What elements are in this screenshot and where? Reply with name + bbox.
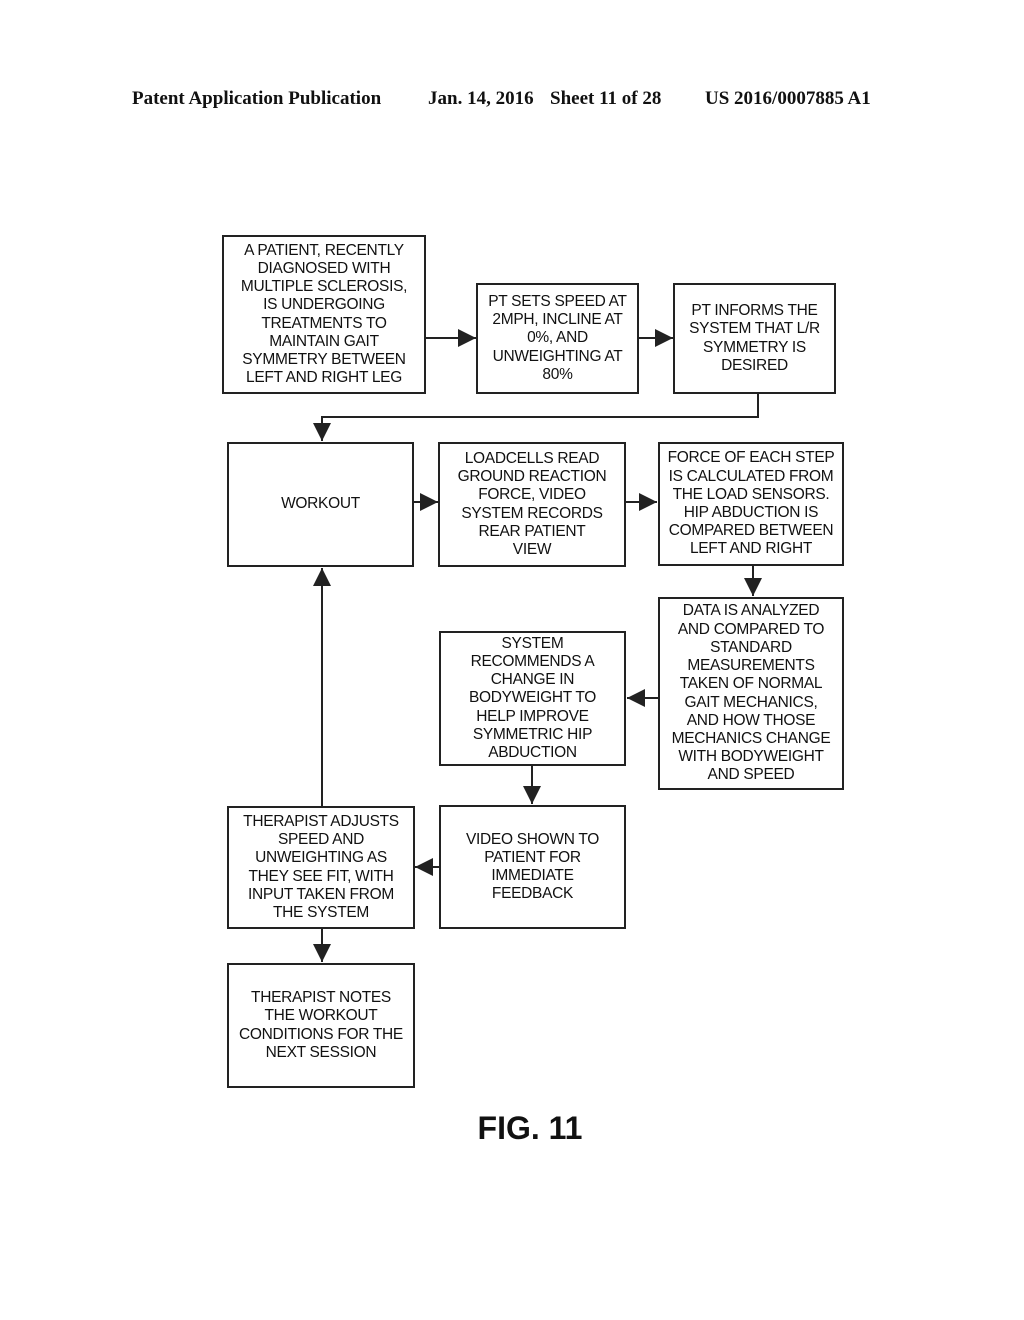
step-force-calculated: FORCE OF EACH STEP IS CALCULATED FROM TH… (658, 442, 844, 566)
step-workout: WORKOUT (227, 442, 414, 567)
arrow-pt-informs-to-workout (313, 394, 759, 441)
step-video-shown: VIDEO SHOWN TO PATIENT FOR IMMEDIATE FEE… (439, 805, 626, 929)
step-system-recommends: SYSTEM RECOMMENDS A CHANGE IN BODYWEIGHT… (439, 631, 626, 766)
step-therapist-adjusts: THERAPIST ADJUSTS SPEED AND UNWEIGHTING … (227, 806, 415, 929)
step-loadcells-read: LOADCELLS READ GROUND REACTION FORCE, VI… (438, 442, 626, 567)
step-pt-sets-parameters: PT SETS SPEED AT 2MPH, INCLINE AT 0%, AN… (476, 283, 639, 394)
step-data-analyzed: DATA IS ANALYZED AND COMPARED TO STANDAR… (658, 597, 844, 790)
step-pt-informs-system: PT INFORMS THE SYSTEM THAT L/R SYMMETRY … (673, 283, 836, 394)
figure-label: FIG. 11 (477, 1110, 583, 1146)
step-patient-diagnosis: A PATIENT, RECENTLY DIAGNOSED WITH MULTI… (222, 235, 426, 394)
step-therapist-notes: THERAPIST NOTES THE WORKOUT CONDITIONS F… (227, 963, 415, 1088)
